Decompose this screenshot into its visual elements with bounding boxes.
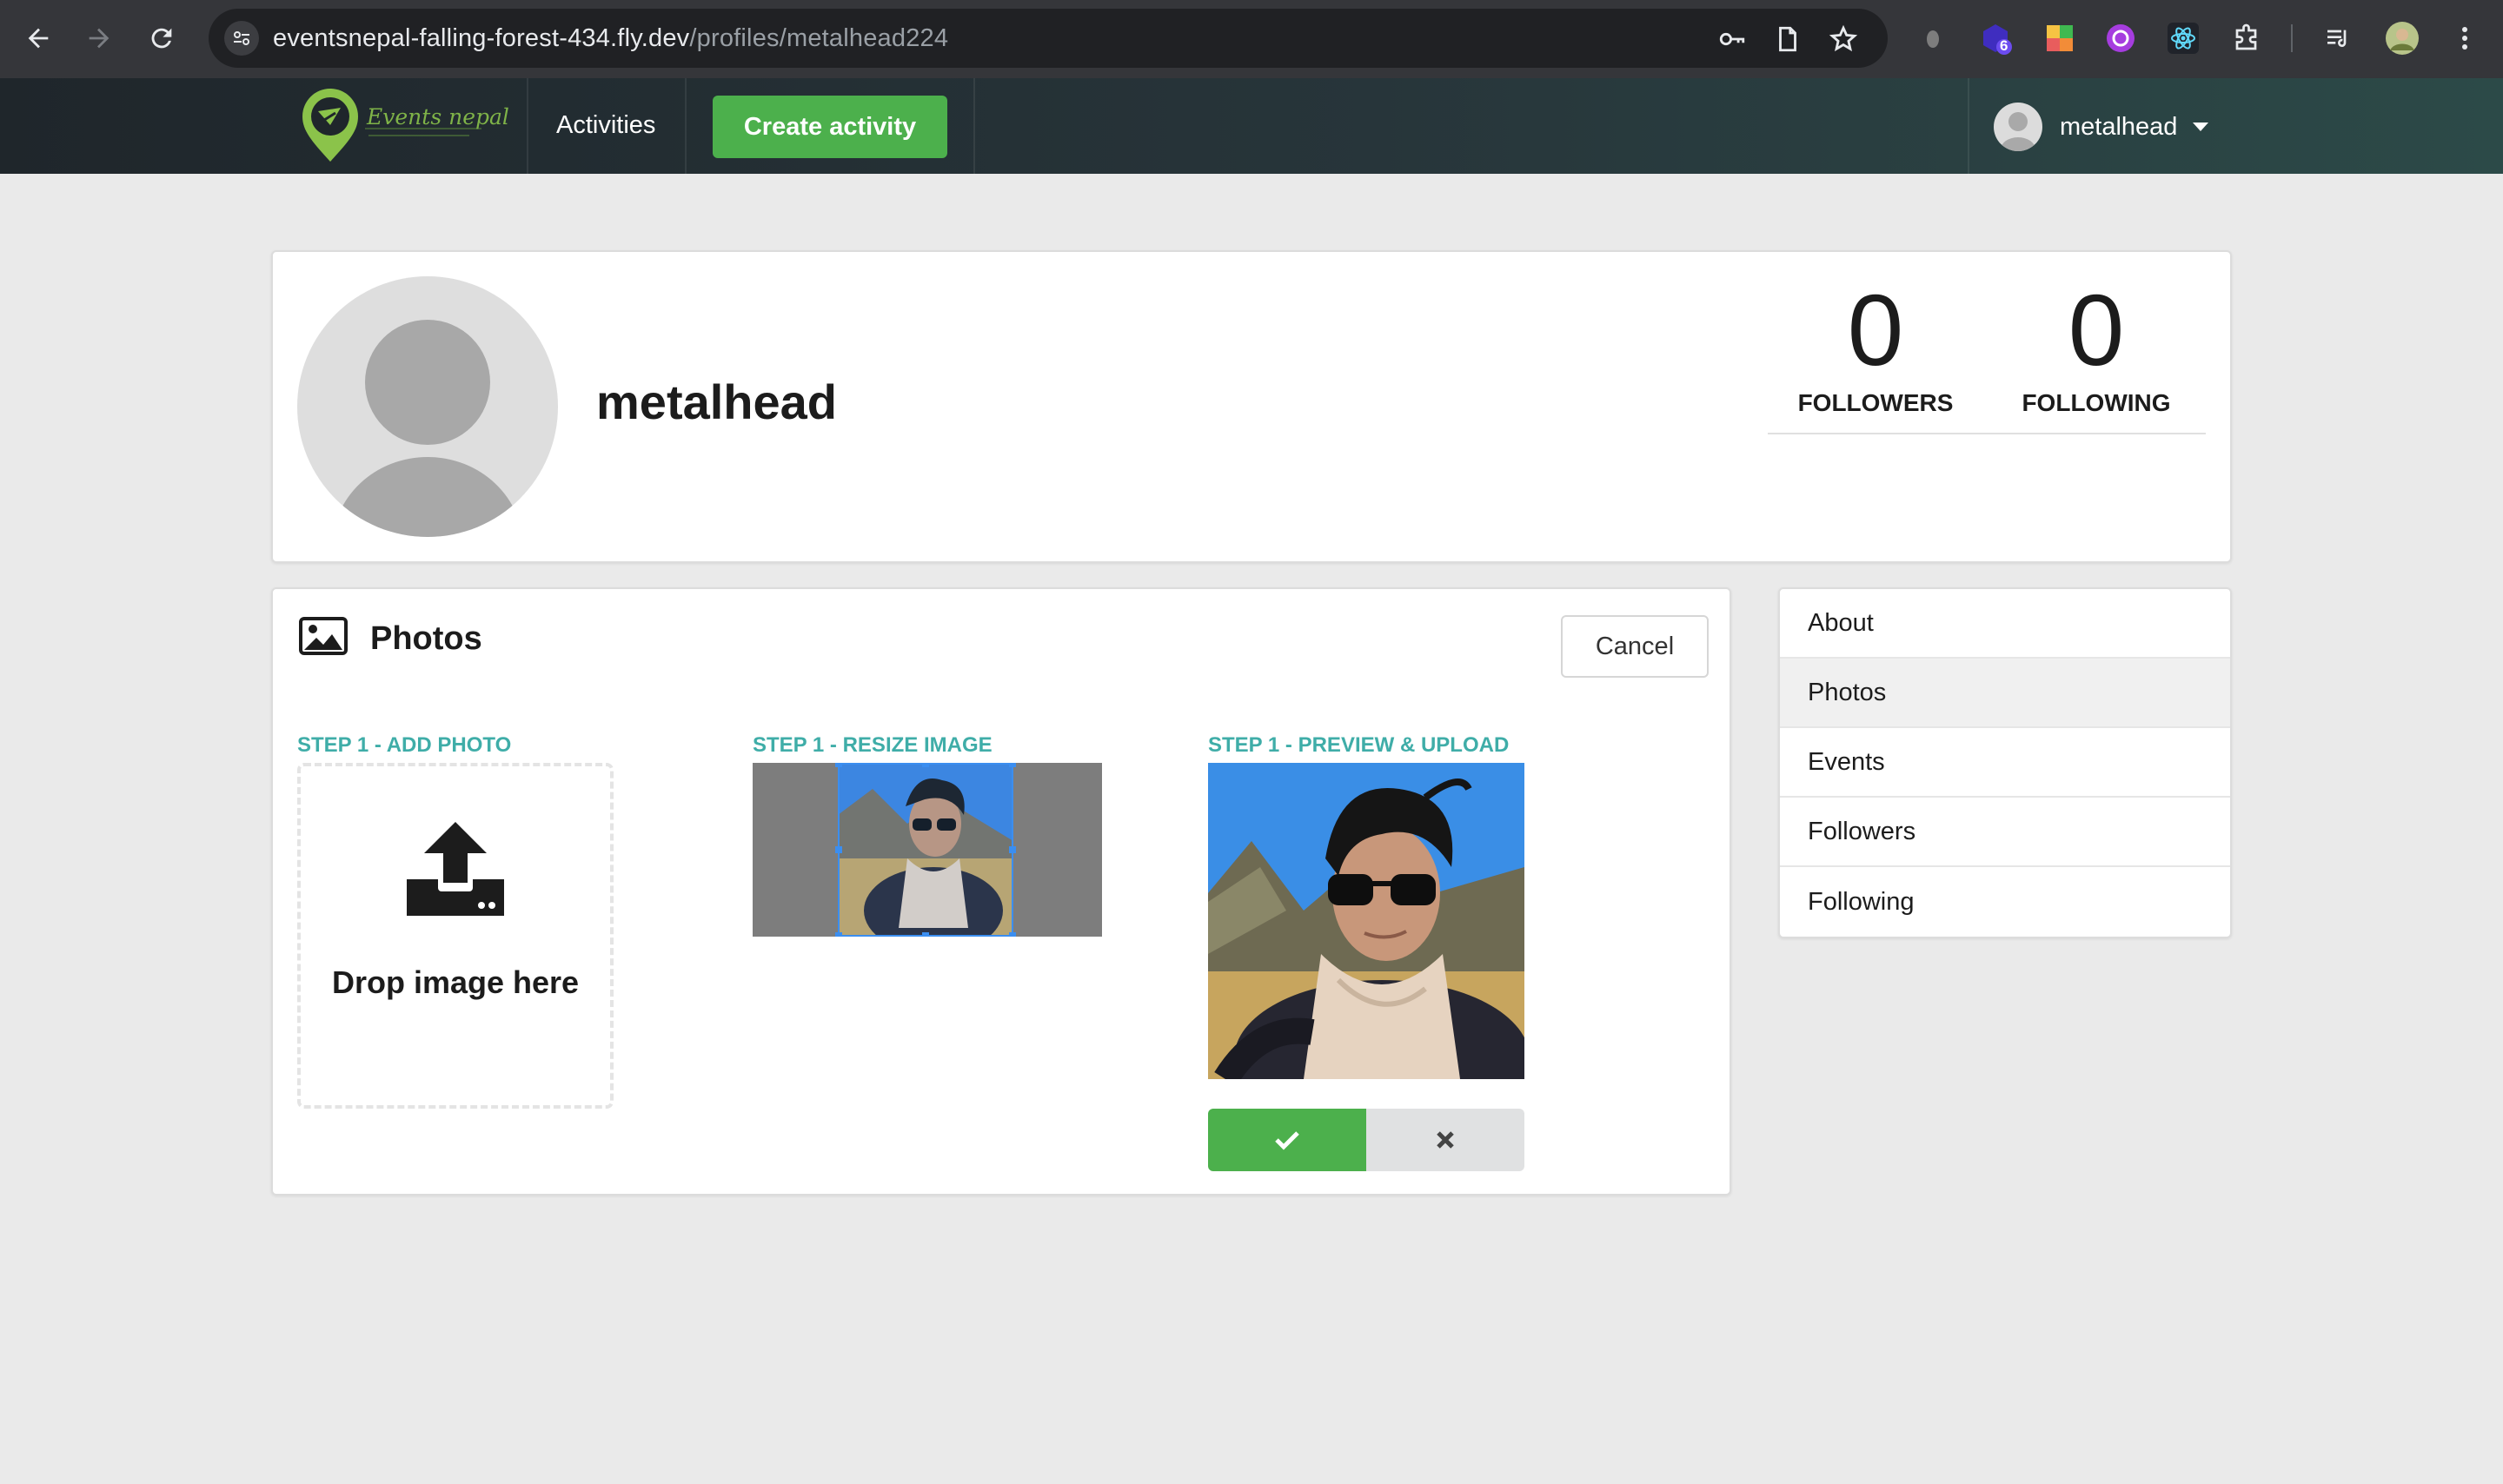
extension-colorful-icon[interactable]: [2042, 21, 2077, 56]
crop-handle[interactable]: [922, 763, 929, 767]
password-key-icon[interactable]: [1717, 24, 1747, 54]
menu-item-photos[interactable]: Photos: [1780, 659, 2230, 728]
chevron-down-icon: [2193, 123, 2209, 131]
events-nepal-logo[interactable]: Events nepal: [295, 87, 509, 165]
followers-label: FOLLOWERS: [1797, 389, 1954, 416]
image-cropper[interactable]: [753, 763, 1102, 937]
crop-handle[interactable]: [835, 846, 842, 853]
nav-divider: [527, 78, 528, 174]
step-resize-label: STEP 1 - RESIZE IMAGE: [753, 733, 993, 757]
nav-divider: [685, 78, 687, 174]
toolbar-separator: [2291, 24, 2293, 52]
nav-activities-link[interactable]: Activities: [556, 111, 655, 140]
crop-handle[interactable]: [922, 932, 929, 937]
back-icon[interactable]: [17, 17, 59, 59]
menu-item-following[interactable]: Following: [1780, 867, 2230, 937]
create-activity-button[interactable]: Create activity: [713, 96, 947, 158]
crop-handle[interactable]: [835, 763, 842, 767]
user-menu-dropdown[interactable]: metalhead: [1994, 103, 2209, 151]
following-stat: 0 FOLLOWING: [2001, 278, 2192, 417]
menu-item-about[interactable]: About: [1780, 589, 2230, 659]
upload-icon: [407, 822, 504, 916]
site-settings-icon[interactable]: [224, 21, 259, 56]
stats-divider: [1768, 433, 2206, 434]
photos-title: Photos: [370, 620, 482, 657]
nav-divider: [1968, 78, 1969, 174]
url-path: /profiles/metalhead224: [689, 24, 949, 52]
nav-divider: [973, 78, 975, 174]
url-host: eventsnepal-falling-forest-434.fly.dev: [273, 24, 690, 52]
menu-item-followers[interactable]: Followers: [1780, 798, 2230, 867]
crop-selection-box[interactable]: [838, 763, 1013, 937]
extension-hexagon-icon[interactable]: 6: [1980, 21, 2015, 56]
crop-handle[interactable]: [1009, 763, 1016, 767]
followers-count: 0: [1847, 274, 1904, 387]
crop-handle[interactable]: [835, 932, 842, 937]
image-dropzone[interactable]: Drop image here: [297, 763, 614, 1109]
confirm-upload-button[interactable]: [1208, 1109, 1366, 1171]
following-label: FOLLOWING: [2022, 389, 2171, 416]
address-bar[interactable]: eventsnepal-falling-forest-434.fly.dev/p…: [209, 9, 1888, 68]
following-count: 0: [2068, 274, 2125, 387]
step-add-photo-label: STEP 1 - ADD PHOTO: [297, 733, 512, 757]
extension-badge: 6: [2000, 37, 2008, 54]
menu-item-events[interactable]: Events: [1780, 728, 2230, 798]
page-info-icon[interactable]: [1773, 24, 1803, 54]
cancel-button[interactable]: Cancel: [1561, 615, 1709, 678]
reload-icon[interactable]: [141, 17, 183, 59]
extension-purple-icon[interactable]: [2103, 21, 2138, 56]
react-devtools-icon[interactable]: [2166, 21, 2201, 56]
profile-side-menu: About Photos Events Followers Following: [1778, 587, 2232, 938]
image-icon: [299, 617, 348, 655]
close-icon: [1437, 1131, 1454, 1149]
profile-avatar: [297, 276, 558, 537]
profile-avatar-icon[interactable]: [2385, 21, 2420, 56]
browser-toolbar: eventsnepal-falling-forest-434.fly.dev/p…: [0, 0, 2503, 78]
extensions-puzzle-icon[interactable]: [2230, 21, 2265, 56]
followers-stat: 0 FOLLOWERS: [1780, 278, 1971, 417]
app-navbar: Events nepal Activities Create activity …: [0, 78, 2503, 174]
browser-menu-icon[interactable]: [2447, 21, 2482, 56]
user-avatar: [1994, 103, 2042, 151]
media-controls-icon[interactable]: [2320, 21, 2355, 56]
crop-handle[interactable]: [1009, 932, 1016, 937]
user-name: metalhead: [2060, 112, 2178, 141]
logo-text: Events nepal: [367, 104, 509, 129]
bookmark-star-icon[interactable]: [1829, 24, 1858, 54]
url-text: eventsnepal-falling-forest-434.fly.dev/p…: [273, 24, 948, 53]
checkmark-icon: [1275, 1131, 1299, 1150]
drop-image-text: Drop image here: [331, 964, 580, 1000]
profile-display-name: metalhead: [596, 374, 837, 429]
forward-icon[interactable]: [78, 17, 120, 59]
extension-dot-icon[interactable]: [1915, 21, 1950, 56]
discard-upload-button[interactable]: [1366, 1109, 1524, 1171]
crop-handle[interactable]: [1009, 846, 1016, 853]
profile-header-card: metalhead 0 FOLLOWERS 0 FOLLOWING: [271, 250, 2232, 563]
image-preview: [1208, 763, 1524, 1079]
photos-panel: Photos Cancel STEP 1 - ADD PHOTO STEP 1 …: [271, 587, 1731, 1196]
step-preview-label: STEP 1 - PREVIEW & UPLOAD: [1208, 733, 1510, 757]
